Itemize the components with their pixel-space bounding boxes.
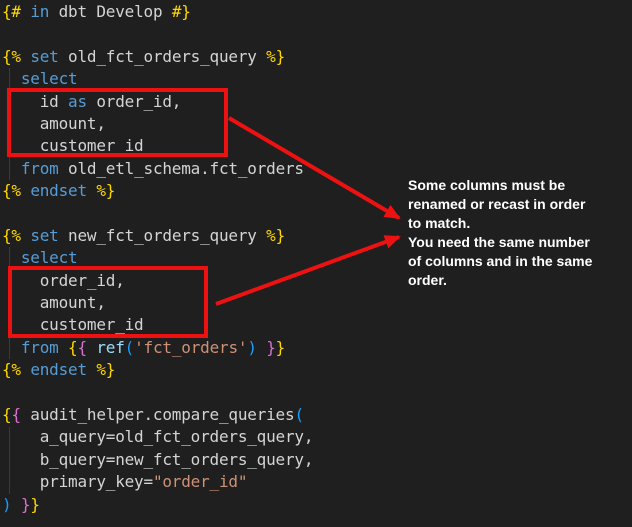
code-line: b_query=new_fct_orders_query, [2,449,630,471]
code-token-fn: ref [96,338,124,357]
code-token-gold: {% [2,360,21,379]
code-token-plain [87,181,96,200]
code-token-gold: {% [2,47,21,66]
code-token-kw: in [30,2,49,21]
highlight-box-old-columns [7,88,228,157]
code-token-plain: primary_key= [2,472,153,491]
code-token-kw: from [21,159,59,178]
code-line: ) }} [2,494,630,516]
code-token-kw: set [30,226,58,245]
code-token-plain: old_fct_orders_query [59,47,267,66]
code-line: {% endset %} [2,359,630,381]
annotation-line: renamed or recast in order [408,195,592,214]
code-token-plain: a_query=old_fct_orders_query, [2,427,313,446]
code-line: {# in dbt Develop #} [2,1,630,23]
code-token-plain: audit_helper.compare_queries [21,405,295,424]
code-token-gold: {# [2,2,21,21]
code-token-pink: { [11,405,20,424]
annotation-line: of columns and in the same [408,252,592,271]
code-token-plain: b_query=new_fct_orders_query, [2,450,313,469]
code-token-gold: } [30,495,39,514]
code-token-pink: { [77,338,86,357]
code-token-plain [2,338,21,357]
code-token-plain: old_etl_schema.fct_orders [59,159,304,178]
code-token-bblue: ( [125,338,134,357]
annotation-text: Some columns must berenamed or recast in… [408,176,592,290]
code-token-bblue: ( [294,405,303,424]
code-token-plain: dbt Develop [49,2,172,21]
code-token-gold: %} [96,181,115,200]
code-token-plain [87,360,96,379]
code-line: {% set old_fct_orders_query %} [2,46,630,68]
code-token-pink: } [266,338,275,357]
annotation-line: to match. [408,214,592,233]
code-line: primary_key="order_id" [2,471,630,493]
annotation-line: You need the same number [408,233,592,252]
code-token-gold: {% [2,181,21,200]
code-token-kw: select [21,69,78,88]
code-token-plain [21,47,30,66]
code-token-gold: %} [266,226,285,245]
annotation-line: Some columns must be [408,176,592,195]
code-token-plain [11,495,20,514]
code-token-gold: #} [172,2,191,21]
code-token-plain [2,69,21,88]
code-token-str: "order_id" [153,472,247,491]
code-token-plain [21,226,30,245]
code-line: from {{ ref('fct_orders') }} [2,337,630,359]
code-token-kw: set [30,47,58,66]
code-line [2,382,630,404]
code-line [2,23,630,45]
code-token-gold: %} [96,360,115,379]
code-line: a_query=old_fct_orders_query, [2,426,630,448]
code-token-kw: from [21,338,59,357]
editor-screenshot: { "editor": { "background": "#1f1f1f", "… [0,0,632,527]
code-token-plain [87,338,96,357]
code-token-pink: } [21,495,30,514]
code-token-plain [257,338,266,357]
code-token-gold: } [276,338,285,357]
code-token-bblue: ) [247,338,256,357]
code-token-str: 'fct_orders' [134,338,247,357]
code-token-plain [21,360,30,379]
code-token-kw: select [21,248,78,267]
code-token-plain [2,248,21,267]
code-token-gold: {% [2,226,21,245]
code-token-plain [2,159,21,178]
annotation-line: order. [408,271,592,290]
code-line: {{ audit_helper.compare_queries( [2,404,630,426]
code-token-plain: new_fct_orders_query [59,226,267,245]
code-token-plain [59,338,68,357]
code-token-gold: %} [266,47,285,66]
highlight-box-new-columns [8,266,208,338]
code-token-plain [21,181,30,200]
code-token-kw: endset [30,181,87,200]
code-token-kw: endset [30,360,87,379]
code-token-plain [21,2,30,21]
